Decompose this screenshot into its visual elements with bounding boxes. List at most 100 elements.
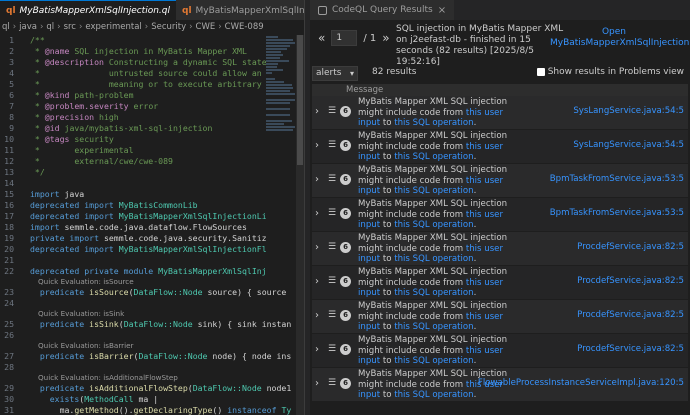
chevron-right-icon[interactable]: › bbox=[315, 174, 319, 185]
quick-evaluation-lens[interactable]: Quick Evaluation: isSink bbox=[38, 309, 124, 319]
code-editor[interactable]: ql MyBatisMapperXmlSqlInjection.ql ql My… bbox=[0, 0, 304, 415]
page-input[interactable]: 1 bbox=[331, 30, 358, 46]
quick-evaluation-lens[interactable]: Quick Evaluation: isAdditionalFlowStep bbox=[38, 373, 178, 383]
line-number: 29 bbox=[4, 383, 14, 393]
line-number: 16 bbox=[4, 200, 14, 210]
sink-link[interactable]: this SQL operation bbox=[394, 152, 473, 162]
breadcrumb-item[interactable]: java bbox=[19, 22, 37, 32]
table-row[interactable]: › ☰ 6 MyBatis Mapper XML SQL injection migh… bbox=[312, 96, 688, 130]
breadcrumb-item[interactable]: ql bbox=[46, 22, 54, 32]
chevron-right-icon[interactable]: › bbox=[315, 276, 319, 287]
editor-scrollbar[interactable] bbox=[296, 35, 304, 415]
checkbox[interactable] bbox=[536, 68, 545, 76]
prev-page-icon[interactable]: « bbox=[318, 31, 325, 45]
list-icon[interactable]: ☰ bbox=[328, 378, 336, 388]
result-message: MyBatis Mapper XML SQL injection might i… bbox=[358, 131, 508, 162]
location-link[interactable]: SysLangService.java:54:5 bbox=[573, 140, 684, 150]
list-icon[interactable]: ☰ bbox=[328, 106, 336, 116]
quick-evaluation-lens[interactable]: Quick Evaluation: isSource bbox=[38, 277, 134, 287]
list-icon[interactable]: ☰ bbox=[328, 276, 336, 286]
line-number: 7 bbox=[9, 101, 14, 111]
line-text: deprecated import MyBatisCommonLib bbox=[30, 200, 198, 210]
list-icon[interactable]: ☰ bbox=[328, 344, 336, 354]
location-link[interactable]: ProcdefService.java:82:5 bbox=[577, 344, 684, 354]
editor-tab-active[interactable]: ql MyBatisMapperXmlSqlInjection.ql bbox=[0, 0, 176, 20]
editor-tab-inactive[interactable]: ql MyBatisMapperXmlSqlInjection.ql × bbox=[176, 0, 304, 20]
breadcrumb-item[interactable]: experimental bbox=[85, 22, 141, 32]
line-number: 31 bbox=[4, 405, 14, 415]
line-text: predicate isBarrier(DataFlow::Node node)… bbox=[30, 351, 292, 361]
chevron-right-icon[interactable]: › bbox=[315, 106, 319, 117]
results-tab[interactable]: CodeQL Query Results × bbox=[310, 0, 455, 20]
sink-link[interactable]: this SQL operation bbox=[394, 118, 473, 128]
sink-link[interactable]: this SQL operation bbox=[394, 186, 473, 196]
line-number: 19 bbox=[4, 233, 14, 243]
table-row[interactable]: › ☰ 6 MyBatis Mapper XML SQL injection migh… bbox=[312, 300, 688, 334]
breadcrumb-item[interactable]: CWE bbox=[196, 22, 216, 32]
location-link[interactable]: BpmTaskFromService.java:53:5 bbox=[550, 208, 684, 218]
list-icon[interactable]: ☰ bbox=[328, 140, 336, 150]
list-icon[interactable]: ☰ bbox=[328, 310, 336, 320]
code-area[interactable]: 1/** 2 * @name SQL injection in MyBatis M… bbox=[0, 35, 304, 415]
chevron-right-icon: › bbox=[57, 22, 61, 32]
chevron-right-icon[interactable]: › bbox=[315, 344, 319, 355]
close-icon[interactable]: × bbox=[438, 5, 446, 16]
sink-link[interactable]: this SQL operation bbox=[394, 288, 473, 298]
breadcrumb-item[interactable]: src bbox=[64, 22, 76, 32]
quick-evaluation-lens[interactable]: Quick Evaluation: isBarrier bbox=[38, 341, 133, 351]
line-text: * meaning or to execute arbitrary SQL c bbox=[30, 79, 292, 89]
line-number: 21 bbox=[4, 255, 14, 265]
code-line: 25 predicate isSink(DataFlow::Node sink)… bbox=[0, 319, 304, 330]
open-query-link[interactable]: Open MyBatisMapperXmlSqlInjection.ql bbox=[550, 27, 690, 49]
location-link[interactable]: FlowableProcessInstanceServiceImpl.java:… bbox=[478, 378, 684, 388]
chevron-right-icon[interactable]: › bbox=[315, 242, 319, 253]
sink-link[interactable]: this SQL operation bbox=[394, 220, 473, 230]
location-link[interactable]: BpmTaskFromService.java:53:5 bbox=[550, 174, 684, 184]
code-line: 1 /** bbox=[0, 35, 304, 46]
chevron-right-icon[interactable]: › bbox=[315, 310, 319, 321]
result-set-select[interactable]: alerts ▾ bbox=[312, 66, 358, 81]
sink-link[interactable]: this SQL operation bbox=[394, 322, 473, 332]
chevron-right-icon[interactable]: › bbox=[315, 208, 319, 219]
chevron-right-icon[interactable]: › bbox=[315, 378, 319, 389]
line-text: import java bbox=[30, 189, 85, 199]
line-text: /** bbox=[30, 35, 45, 45]
table-row[interactable]: › ☰ 6 MyBatis Mapper XML SQL injection migh… bbox=[312, 368, 688, 402]
sink-link[interactable]: this SQL operation bbox=[394, 254, 473, 264]
next-page-icon[interactable]: » bbox=[382, 31, 389, 45]
sink-link[interactable]: this SQL operation bbox=[394, 356, 473, 366]
location-link[interactable]: ProcdefService.java:82:5 bbox=[577, 310, 684, 320]
breadcrumb-item[interactable]: Security bbox=[151, 22, 186, 32]
line-text: * @description Constructing a dynamic SQ… bbox=[30, 57, 287, 67]
code-line: 13 */ bbox=[0, 167, 304, 178]
location-link[interactable]: ProcdefService.java:82:5 bbox=[577, 276, 684, 286]
line-text: * @precision high bbox=[30, 112, 119, 122]
line-number: 27 bbox=[4, 351, 14, 361]
table-row[interactable]: › ☰ 6 MyBatis Mapper XML SQL injection migh… bbox=[312, 198, 688, 232]
scrollbar-thumb[interactable] bbox=[297, 35, 303, 165]
breadcrumb-item[interactable]: ql bbox=[2, 22, 10, 32]
code-line: 26 bbox=[0, 330, 304, 341]
breadcrumb-item[interactable]: CWE-089 bbox=[225, 22, 264, 32]
table-row[interactable]: › ☰ 6 MyBatis Mapper XML SQL injection migh… bbox=[312, 130, 688, 164]
path-count-badge: 6 bbox=[340, 174, 351, 185]
table-row[interactable]: › ☰ 6 MyBatis Mapper XML SQL injection migh… bbox=[312, 266, 688, 300]
location-link[interactable]: ProcdefService.java:82:5 bbox=[577, 242, 684, 252]
chevron-right-icon[interactable]: › bbox=[315, 140, 319, 151]
minimap[interactable] bbox=[266, 35, 296, 275]
list-icon[interactable]: ☰ bbox=[328, 174, 336, 184]
list-icon[interactable]: ☰ bbox=[328, 208, 336, 218]
path-count-badge: 6 bbox=[340, 106, 351, 117]
pagination: « 1 / 1 » bbox=[318, 30, 390, 46]
table-row[interactable]: › ☰ 6 MyBatis Mapper XML SQL injection migh… bbox=[312, 164, 688, 198]
list-icon[interactable]: ☰ bbox=[328, 242, 336, 252]
result-message: MyBatis Mapper XML SQL injection might i… bbox=[358, 233, 508, 264]
sink-link[interactable]: this SQL operation bbox=[394, 390, 473, 400]
path-count-badge: 6 bbox=[340, 140, 351, 151]
location-link[interactable]: SysLangService.java:54:5 bbox=[573, 106, 684, 116]
table-row[interactable]: › ☰ 6 MyBatis Mapper XML SQL injection migh… bbox=[312, 334, 688, 368]
line-number: 18 bbox=[4, 222, 14, 232]
code-line: 30 exists(MethodCall ma | bbox=[0, 394, 304, 405]
problems-view-toggle[interactable]: Show results in Problems view bbox=[536, 67, 684, 77]
table-row[interactable]: › ☰ 6 MyBatis Mapper XML SQL injection migh… bbox=[312, 232, 688, 266]
